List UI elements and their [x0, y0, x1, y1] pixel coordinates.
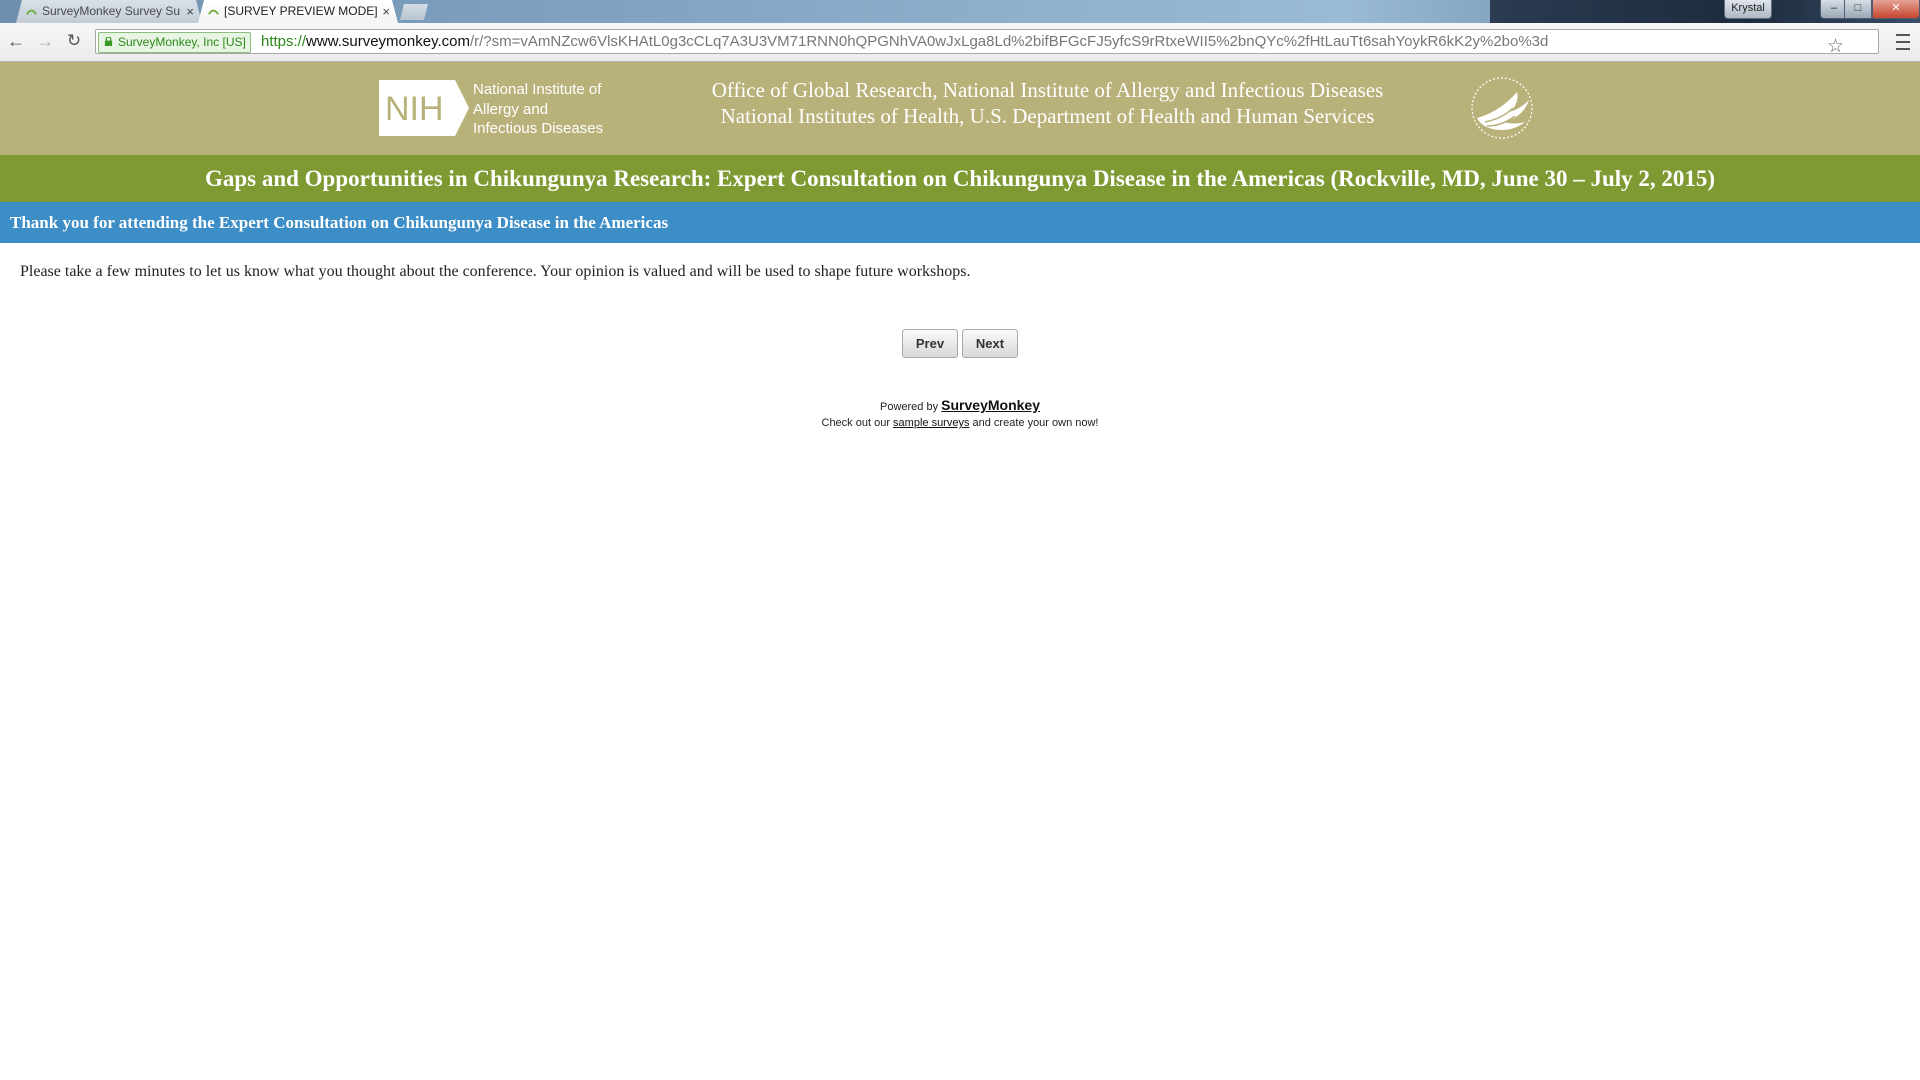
lock-icon	[104, 37, 113, 46]
surveymonkey-favicon-icon	[26, 6, 37, 17]
browser-toolbar: ← → ↻ SurveyMonkey, Inc [US] https://www…	[0, 23, 1920, 62]
url-scheme: https://	[261, 33, 307, 50]
page-heading: Thank you for attending the Expert Consu…	[0, 202, 1920, 243]
hhs-eagle-seal-icon	[1471, 77, 1533, 139]
institute-name: National Institute of Allergy and Infect…	[473, 80, 603, 139]
tab-title: SurveyMonkey Survey Su	[42, 4, 181, 18]
nih-logo-text: NIH	[385, 90, 444, 128]
nih-logo-icon: NIH	[379, 80, 469, 136]
url-host: www.surveymonkey.com	[306, 33, 470, 50]
surveymonkey-link[interactable]: SurveyMonkey	[941, 397, 1040, 413]
surveymonkey-favicon-icon	[208, 6, 219, 17]
next-button[interactable]: Next	[962, 329, 1018, 358]
close-window-button[interactable]: ✕	[1872, 0, 1920, 19]
reload-icon[interactable]: ↻	[62, 29, 86, 53]
tab-title: [SURVEY PREVIEW MODE]	[224, 4, 378, 18]
institute-name-line: Infectious Diseases	[473, 120, 604, 137]
tab-close-icon[interactable]: ×	[186, 0, 194, 23]
url-path: /r/?sm=vAmNZcw6VlsKHAtL0g3cCLq7A3U3VM71R…	[469, 33, 1549, 50]
prev-button[interactable]: Prev	[902, 329, 958, 358]
maximize-button[interactable]: □	[1844, 0, 1872, 19]
check-out-text: Check out our	[821, 417, 894, 429]
survey-page: NIH National Institute of Allergy and In…	[0, 62, 1920, 1080]
tab-survey-preview[interactable]: [SURVEY PREVIEW MODE] ×	[198, 0, 398, 23]
institute-name-line: National Institute of	[473, 81, 602, 98]
tab-surveymonkey-summary[interactable]: SurveyMonkey Survey Su ×	[16, 0, 202, 23]
create-own-text: and create your own now!	[969, 417, 1099, 429]
tab-close-icon[interactable]: ×	[382, 0, 390, 23]
tab-strip: SurveyMonkey Survey Su × [SURVEY PREVIEW…	[0, 0, 1920, 23]
url-text[interactable]: https://www.surveymonkey.com/r/?sm=vAmNZ…	[261, 30, 1548, 53]
survey-title: Gaps and Opportunities in Chikungunya Re…	[0, 155, 1920, 202]
office-line-2: National Institutes of Health, U.S. Depa…	[720, 104, 1375, 128]
office-title: Office of Global Research, National Inst…	[620, 77, 1475, 129]
institute-name-line: Allergy and	[473, 100, 549, 118]
ev-certificate-text: SurveyMonkey, Inc [US]	[118, 35, 246, 49]
forward-arrow-icon[interactable]: →	[33, 29, 57, 53]
ev-certificate-badge[interactable]: SurveyMonkey, Inc [US]	[98, 32, 251, 53]
profile-button[interactable]: Krystal	[1724, 0, 1772, 19]
address-bar[interactable]: SurveyMonkey, Inc [US] https://www.surve…	[95, 29, 1879, 57]
powered-by-text: Powered by	[880, 401, 942, 413]
powered-by-footer: Powered by SurveyMonkey Check out our sa…	[760, 398, 1160, 431]
intro-text: Please take a few minutes to let us know…	[20, 263, 971, 280]
bookmark-star-icon[interactable]: ☆	[1827, 35, 1844, 59]
chrome-menu-icon[interactable]	[1894, 29, 1912, 53]
institution-banner: NIH National Institute of Allergy and In…	[0, 62, 1920, 155]
sample-surveys-link[interactable]: sample surveys	[893, 417, 969, 429]
new-tab-button[interactable]	[400, 4, 428, 20]
back-arrow-icon[interactable]: ←	[4, 29, 28, 53]
office-line-1: Office of Global Research, National Inst…	[711, 78, 1384, 102]
